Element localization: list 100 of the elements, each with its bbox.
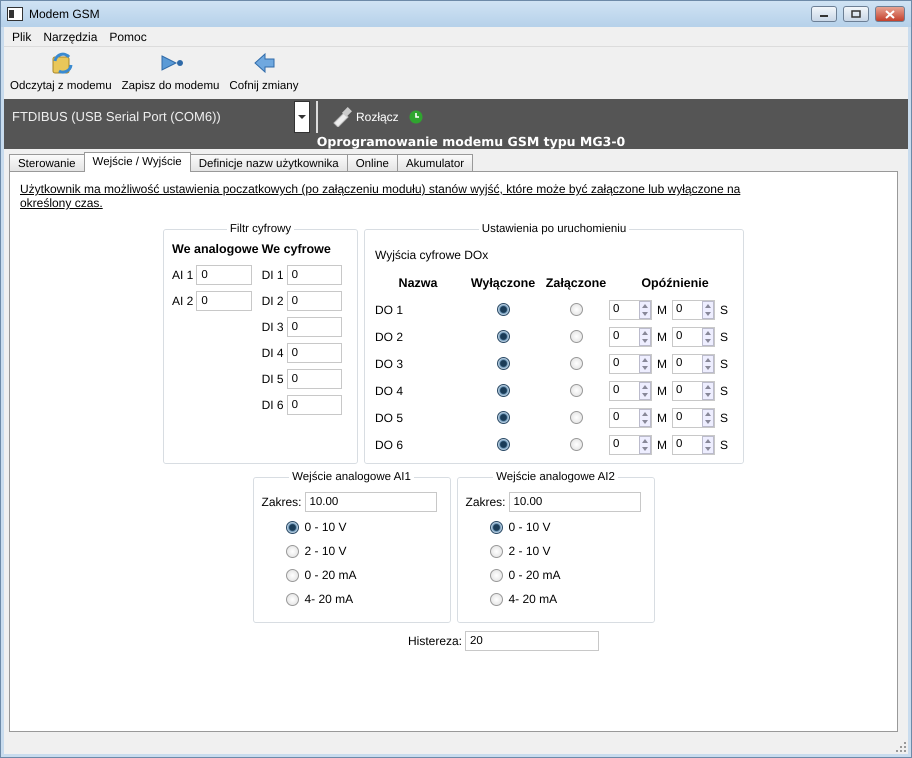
radio-button[interactable]	[570, 357, 582, 370]
spin-arrows-icon	[702, 436, 714, 454]
unit-label: M	[657, 356, 667, 373]
unit-label: S	[720, 328, 728, 346]
header-title: Oprogramowanie modemu GSM typu MG3-0	[316, 135, 626, 149]
spin-field[interactable]: 0	[609, 326, 652, 347]
spin-field[interactable]: 0	[672, 326, 715, 347]
spin-field[interactable]: 0	[672, 408, 715, 428]
minimize-button[interactable]	[811, 6, 837, 22]
dropdown-button[interactable]	[294, 101, 310, 133]
spin-field[interactable]: 0	[672, 434, 715, 455]
spin-field[interactable]: 0	[609, 354, 652, 374]
unit-label: M	[657, 382, 667, 400]
number-field[interactable]: 0	[286, 264, 342, 285]
output-name: DO 2	[374, 328, 404, 346]
input-label: DI 6	[262, 396, 284, 414]
radio-button[interactable]	[496, 384, 510, 398]
output-name: DO 3	[374, 356, 404, 373]
unit-label: S	[720, 436, 728, 454]
number-field[interactable]: 0	[286, 316, 342, 337]
number-field[interactable]: 0	[286, 368, 342, 389]
maximize-icon	[851, 10, 861, 18]
radio-option[interactable]: 4- 20 mA	[286, 590, 442, 608]
radio-option[interactable]: 2 - 10 V	[286, 542, 442, 560]
number-field[interactable]: 0	[286, 342, 342, 363]
number-field[interactable]: 0	[286, 394, 342, 415]
spin-field[interactable]: 0	[672, 354, 715, 374]
spin-field[interactable]: 0	[672, 380, 715, 401]
radio-button[interactable]	[496, 411, 510, 424]
unit-label: S	[720, 356, 728, 373]
radio-button[interactable]	[496, 438, 510, 452]
output-name: DO 4	[374, 382, 404, 400]
spin-arrows-icon	[639, 354, 651, 373]
tab[interactable]: Wejście / Wyjście	[84, 152, 191, 172]
intro-text: Użytkownik ma możliwość ustawienia poczatkowych (po załączeniu modułu) stanów wyjść, które może być załączone lub wyłączone na określony czas.	[20, 182, 742, 210]
column-header: We analogowe	[172, 241, 259, 258]
radio-button[interactable]	[570, 438, 582, 452]
spin-arrows-icon	[702, 328, 714, 346]
tab[interactable]: Akumulator	[396, 154, 474, 172]
spin-field[interactable]: 0	[609, 300, 652, 320]
menu-item[interactable]: Pomoc	[103, 26, 153, 48]
group-title: Filtr cyfrowy	[228, 222, 292, 236]
disconnect-button[interactable]: Rozłącz	[330, 107, 399, 127]
spin-field[interactable]: 0	[609, 408, 652, 428]
radio-button[interactable]	[570, 330, 582, 344]
unit-label: S	[720, 382, 728, 400]
tab[interactable]: Definicje nazw użytkownika	[190, 154, 348, 172]
input-label: AI 2	[172, 292, 194, 310]
radio-button[interactable]	[496, 330, 510, 344]
spin-arrows-icon	[639, 382, 651, 400]
radio-option[interactable]: 2 - 10 V	[490, 542, 646, 560]
toolbar-button[interactable]: Odczytaj z modemu	[6, 50, 116, 95]
radio-option[interactable]: 0 - 10 V	[286, 518, 442, 536]
window-title: Modem GSM	[29, 6, 101, 23]
number-field[interactable]: 0	[196, 290, 252, 311]
range-field[interactable]: 10.00	[508, 492, 641, 512]
spin-arrows-icon	[702, 300, 714, 319]
number-field[interactable]: 0	[196, 264, 252, 285]
spin-field[interactable]: 0	[672, 300, 715, 320]
radio-option[interactable]: 4- 20 mA	[490, 590, 646, 608]
toolbar-button[interactable]: Zapisz do modemu	[118, 50, 224, 95]
column-header: Wyłączone	[470, 275, 536, 292]
radio-button[interactable]	[496, 303, 510, 316]
toolbar-button[interactable]: Cofnij zmiany	[225, 50, 302, 95]
spin-arrows-icon	[639, 300, 651, 319]
section-label: Wyjścia cyfrowe DOx	[375, 247, 490, 264]
radio-option[interactable]: 0 - 20 mA	[490, 566, 646, 584]
output-name: DO 6	[374, 436, 404, 454]
maximize-button[interactable]	[843, 6, 869, 22]
radio-button[interactable]	[570, 303, 582, 316]
close-button[interactable]	[875, 6, 905, 22]
tab[interactable]: Online	[346, 154, 398, 172]
group-title: Wejście analogowe AI2	[495, 470, 616, 484]
column-header: Załączone	[544, 275, 608, 292]
spin-field[interactable]: 0	[609, 434, 652, 455]
tab[interactable]: Sterowanie	[9, 154, 85, 172]
range-field[interactable]: 10.00	[304, 492, 437, 512]
input-label: DI 5	[262, 370, 284, 388]
radio-option[interactable]: 0 - 20 mA	[286, 566, 442, 584]
input-label: DI 3	[262, 318, 284, 336]
radio-option[interactable]: 0 - 10 V	[490, 518, 646, 536]
input-label: DI 1	[262, 266, 284, 284]
port-dropdown-value[interactable]: FTDIBUS (USB Serial Port (COM6))	[4, 107, 294, 127]
field-label: Zakres:	[466, 494, 506, 511]
spin-arrows-icon	[702, 408, 714, 427]
radio-button[interactable]	[570, 411, 582, 424]
menu-item[interactable]: Narzędzia	[37, 26, 104, 48]
status-icon	[408, 110, 423, 124]
caret-icon	[298, 114, 306, 120]
menu-item[interactable]: Plik	[6, 26, 38, 48]
unit-label: M	[657, 328, 667, 346]
hysteresis-field[interactable]: 20	[465, 631, 600, 651]
number-field[interactable]: 0	[286, 290, 342, 311]
spin-field[interactable]: 0	[609, 380, 652, 401]
resize-grip-icon[interactable]	[896, 742, 906, 752]
unit-label: S	[720, 302, 728, 319]
radio-button[interactable]	[496, 357, 510, 370]
group-title: Ustawienia po uruchomieniu	[480, 222, 628, 236]
unit-label: M	[657, 302, 667, 319]
radio-button[interactable]	[570, 384, 582, 398]
